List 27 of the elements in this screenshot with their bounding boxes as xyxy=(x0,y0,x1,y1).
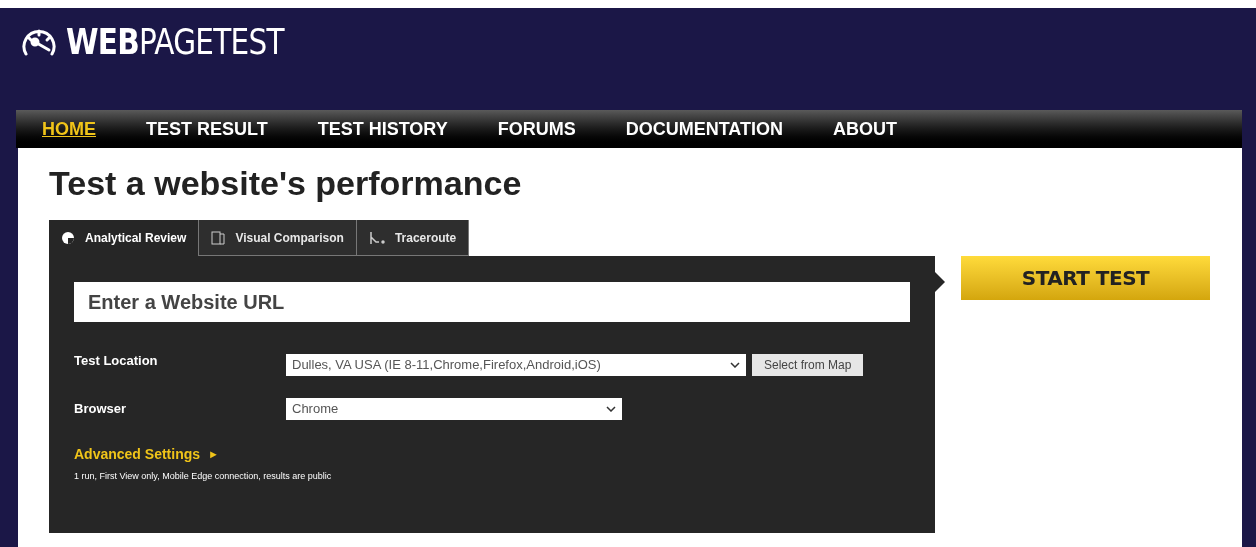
nav-link[interactable]: ABOUT xyxy=(833,115,898,143)
page-heading: Test a website's performance xyxy=(49,166,523,200)
tab[interactable]: Traceroute xyxy=(356,220,470,256)
field-label: Test Location xyxy=(74,352,159,371)
browser-select[interactable]: Chrome xyxy=(286,398,622,420)
start-test-button[interactable]: START TEST xyxy=(961,256,1210,300)
tab[interactable]: Visual Comparison xyxy=(199,220,357,256)
chevron-down-icon xyxy=(730,362,740,368)
nav-link[interactable]: FORUMS xyxy=(497,115,576,143)
select-from-map-button[interactable]: Select from Map xyxy=(752,354,864,376)
nav-link[interactable]: TEST HISTORY xyxy=(317,115,448,143)
field-label: Browser xyxy=(74,400,128,419)
nav-link[interactable]: HOME xyxy=(42,115,96,143)
speedometer-icon xyxy=(20,27,58,57)
document-icon xyxy=(211,230,226,245)
chevron-down-icon xyxy=(606,406,616,412)
settings-summary: 1 run, First View only, Mobile Edge connection, results are public xyxy=(74,470,333,483)
nav-link[interactable]: TEST RESULT xyxy=(146,115,268,143)
chart-icon xyxy=(61,231,75,245)
advanced-settings-link[interactable]: Advanced Settings xyxy=(74,444,201,465)
location-select[interactable]: Dulles, VA USA (IE 8-11,Chrome,Firefox,Android,iOS) xyxy=(286,354,746,376)
nav-link[interactable]: DOCUMENTATION xyxy=(625,115,784,143)
logo-text: WEBPAGETEST xyxy=(66,24,284,60)
route-icon xyxy=(368,230,385,245)
expand-arrow[interactable]: ► xyxy=(208,446,219,463)
tab[interactable]: Analytical Review xyxy=(49,220,200,256)
url-input-field[interactable]: Enter a Website URL xyxy=(74,282,910,322)
